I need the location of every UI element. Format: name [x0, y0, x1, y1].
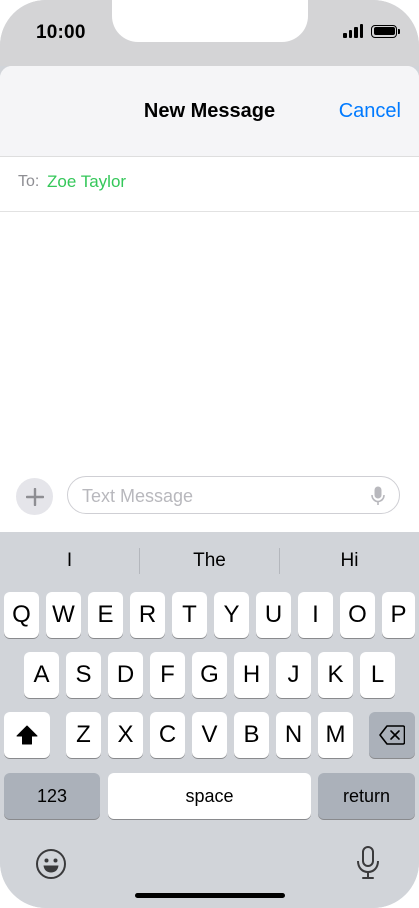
recipient-field[interactable]: To: Zoe Taylor [0, 157, 419, 212]
status-icons [343, 24, 400, 38]
key-m[interactable]: M [318, 712, 353, 758]
microphone-icon[interactable] [356, 846, 380, 880]
plus-icon [25, 487, 44, 506]
emoji-icon[interactable] [35, 848, 67, 880]
shift-key[interactable] [4, 712, 50, 758]
nav-bar: New Message Cancel [0, 66, 419, 157]
shift-icon [16, 725, 38, 745]
message-placeholder: Text Message [82, 486, 194, 506]
key-v[interactable]: V [192, 712, 227, 758]
status-time: 10:00 [36, 22, 86, 43]
key-c[interactable]: C [150, 712, 185, 758]
cancel-button[interactable]: Cancel [339, 100, 401, 123]
suggestion-item[interactable]: I [0, 550, 139, 572]
signal-icon [343, 24, 363, 38]
battery-icon [371, 24, 400, 38]
key-t[interactable]: T [172, 592, 207, 638]
status-bar: 10:00 [0, 0, 419, 66]
key-z[interactable]: Z [66, 712, 101, 758]
key-x[interactable]: X [108, 712, 143, 758]
return-key[interactable]: return [318, 773, 415, 819]
key-o[interactable]: O [340, 592, 375, 638]
delete-icon [379, 725, 405, 745]
key-s[interactable]: S [66, 652, 101, 698]
new-message-sheet: New Message Cancel To: Zoe Taylor [0, 66, 419, 536]
add-attachment-button[interactable] [16, 478, 53, 515]
phone-screen: 10:00 New Message Cancel To: Zoe Taylor … [0, 0, 419, 908]
numbers-key-label: 123 [36, 785, 68, 806]
space-key-label: space [185, 785, 234, 806]
key-k[interactable]: K [318, 652, 353, 698]
space-key[interactable]: space [108, 773, 311, 819]
key-b[interactable]: B [234, 712, 269, 758]
key-i[interactable]: I [298, 592, 333, 638]
suggestion-bar: I The Hi [0, 532, 419, 588]
key-j[interactable]: J [276, 652, 311, 698]
key-n[interactable]: N [276, 712, 311, 758]
to-label: To: [18, 173, 40, 190]
notch [112, 0, 308, 42]
key-h[interactable]: H [234, 652, 269, 698]
key-g[interactable]: G [192, 652, 227, 698]
recipient-name[interactable]: Zoe Taylor [47, 172, 126, 192]
key-q[interactable]: Q [4, 592, 39, 638]
key-y[interactable]: Y [214, 592, 249, 638]
key-d[interactable]: D [108, 652, 143, 698]
key-a[interactable]: A [24, 652, 59, 698]
key-p[interactable]: P [382, 592, 415, 638]
numbers-key[interactable]: 123 [4, 773, 100, 819]
suggestion-item[interactable]: The [140, 550, 279, 572]
key-w[interactable]: W [46, 592, 81, 638]
suggestion-item[interactable]: Hi [280, 550, 419, 572]
key-u[interactable]: U [256, 592, 291, 638]
key-r[interactable]: R [130, 592, 165, 638]
message-input[interactable]: Text Message [67, 476, 400, 514]
microphone-icon[interactable] [371, 486, 385, 506]
home-indicator[interactable] [135, 893, 285, 898]
key-e[interactable]: E [88, 592, 123, 638]
delete-key[interactable] [369, 712, 415, 758]
return-key-label: return [342, 785, 391, 806]
key-f[interactable]: F [150, 652, 185, 698]
key-l[interactable]: L [360, 652, 395, 698]
